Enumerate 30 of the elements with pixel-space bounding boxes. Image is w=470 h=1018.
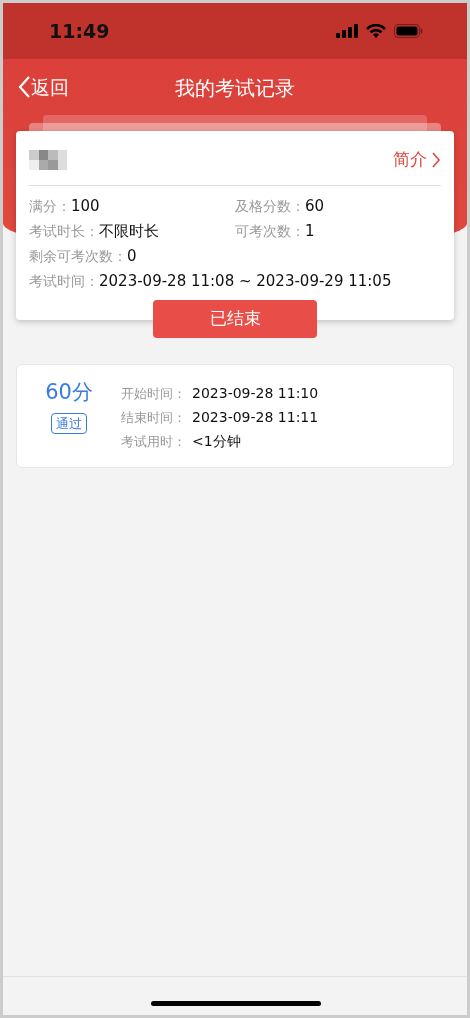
field-value: 100 (71, 197, 100, 215)
field-value: 2023-09-28 11:11 (192, 409, 319, 425)
chevron-left-icon (17, 75, 31, 100)
chevron-right-icon (431, 151, 441, 169)
field-value: 1 (305, 222, 315, 240)
field-value: <1分钟 (192, 433, 241, 449)
field-value: 2023-09-28 11:10 (192, 385, 319, 401)
field-label: 满分： (29, 198, 71, 214)
wifi-icon (366, 24, 386, 38)
signal-icon (336, 24, 358, 38)
field-label: 可考次数： (235, 223, 305, 239)
field-label: 开始时间： (121, 386, 186, 401)
field-label: 考试时长： (29, 223, 99, 239)
intro-link[interactable]: 简介 (393, 147, 441, 173)
page-title: 我的考试记录 (175, 75, 295, 102)
ended-button[interactable]: 已结束 (153, 300, 317, 338)
score-text: 60分 (45, 379, 93, 406)
field-label: 及格分数： (235, 198, 305, 214)
field-value: 0 (127, 247, 137, 265)
status-time: 11:49 (49, 18, 110, 44)
result-tag: 通过 (51, 412, 87, 434)
field-value: 2023-09-28 11:08 ~ 2023-09-29 11:05 (99, 272, 392, 290)
field-value: 60 (305, 197, 325, 215)
field-label: 考试用时： (121, 434, 186, 449)
battery-icon (394, 24, 423, 38)
field-value: 不限时长 (99, 222, 159, 240)
field-label: 考试时间： (29, 273, 99, 289)
field-label: 结束时间： (121, 410, 186, 425)
field-label: 剩余可考次数： (29, 248, 127, 264)
back-button[interactable]: 返回 (17, 73, 69, 102)
